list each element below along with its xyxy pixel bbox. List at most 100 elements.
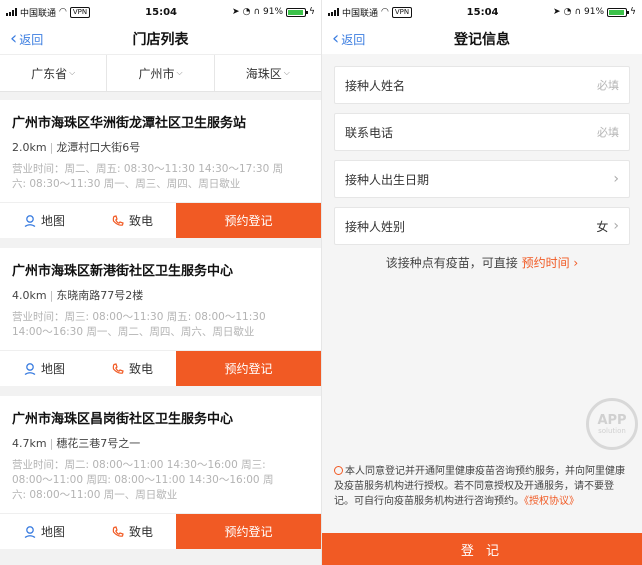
store-actions: 地图 致电 预约登记 xyxy=(0,202,321,238)
status-bar: 中国联通 ◠ VPN 15:04 ➤ ◔ ∩ 91% ϟ xyxy=(322,0,642,24)
store-hours-line: 营业时间：周二: 08:00～11:00 14:30～16:00 周三: xyxy=(12,459,266,471)
battery-percent: 91% xyxy=(584,7,605,17)
province-filter[interactable]: 广东省 ⌵ xyxy=(0,55,108,91)
map-button-label: 地图 xyxy=(40,362,65,376)
call-button-label: 致电 xyxy=(128,214,153,228)
store-distance: 2.0km xyxy=(12,141,47,154)
gender-value: 女 xyxy=(596,219,609,234)
map-button-label: 地图 xyxy=(40,214,65,228)
location-icon: ➤ xyxy=(553,7,561,17)
headphones-icon: ∩ xyxy=(574,7,582,17)
district-filter-label: 海珠区 xyxy=(245,66,282,81)
store-distance: 4.0km xyxy=(12,289,47,302)
call-button[interactable]: 致电 xyxy=(88,351,176,386)
location-icon: ➤ xyxy=(232,7,240,17)
field-label: 联系电话 xyxy=(345,125,394,140)
store-hours-line: 六: 08:30～11:30 周一、周三、周四、周日歇业 xyxy=(12,178,241,190)
caret-down-icon: ⌵ xyxy=(176,68,183,77)
store-name: 广州市海珠区昌岗街社区卫生服务中心 xyxy=(12,412,234,427)
store-actions: 地图 致电 预约登记 xyxy=(0,350,321,386)
store-name: 广州市海珠区华洲街龙潭社区卫生服务站 xyxy=(12,116,247,131)
alarm-icon: ◔ xyxy=(242,7,251,17)
book-appointment-button[interactable]: 预约登记 xyxy=(176,514,321,549)
store-card: 广州市海珠区华洲街龙潭社区卫生服务站 2.0km | 龙潭村口大街6号 营业时间：周… xyxy=(0,100,321,238)
store-actions: 地图 致电 预约登记 xyxy=(0,513,321,549)
back-label: 返回 xyxy=(341,32,366,47)
name-field[interactable]: 接种人姓名 必填 xyxy=(334,66,630,104)
call-button[interactable]: 致电 xyxy=(88,514,176,549)
page-title: 门店列表 xyxy=(132,32,189,48)
wifi-icon: ◠ xyxy=(381,7,389,17)
battery-icon xyxy=(286,7,309,17)
store-name: 广州市海珠区新港街社区卫生服务中心 xyxy=(12,264,234,279)
book-appointment-button[interactable]: 预约登记 xyxy=(176,351,321,386)
signal-icon xyxy=(328,8,339,16)
store-distance: 4.7km xyxy=(12,437,47,450)
wifi-icon: ◠ xyxy=(59,7,67,17)
province-filter-label: 广东省 xyxy=(31,66,68,81)
vpn-badge: VPN xyxy=(391,6,413,18)
store-distance-address: 4.7km | 穗花三巷7号之一 xyxy=(12,437,141,450)
map-button[interactable]: 地图 xyxy=(0,203,88,238)
vpn-badge: VPN xyxy=(69,6,91,18)
map-pin-icon xyxy=(24,362,36,375)
navigation-bar: ‹ 返回 登记信息 xyxy=(322,24,642,54)
store-distance-address: 4.0km | 东晓南路77号2楼 xyxy=(12,289,144,302)
store-hours-line: 08:00～11:00 周四: 08:00～11:00 14:30～16:00 … xyxy=(12,474,274,486)
map-button[interactable]: 地图 xyxy=(0,514,88,549)
authorization-agreement-link[interactable]: 《授权协议》 xyxy=(524,496,579,507)
consent-radio[interactable] xyxy=(334,466,343,475)
clock: 15:04 xyxy=(466,6,499,18)
back-chevron-icon: ‹ xyxy=(332,28,340,49)
store-list: 广州市海珠区华洲街龙潭社区卫生服务站 2.0km | 龙潭村口大街6号 营业时间：周… xyxy=(0,92,321,549)
city-filter-label: 广州市 xyxy=(138,66,175,81)
appointment-time-link[interactable]: 预约时间 › xyxy=(522,256,579,270)
page-title: 登记信息 xyxy=(454,32,510,48)
call-button-label: 致电 xyxy=(128,525,153,539)
clock: 15:04 xyxy=(145,6,177,18)
store-list-screen: 中国联通 ◠ VPN 15:04 ➤ ◔ ∩ 91% ϟ ‹ 返回 门店列表 广… xyxy=(0,0,321,565)
call-button[interactable]: 致电 xyxy=(88,203,176,238)
watermark-subtext: solution xyxy=(598,426,626,435)
map-button-label: 地图 xyxy=(40,525,65,539)
alarm-icon: ◔ xyxy=(563,7,572,17)
district-filter[interactable]: 海珠区 ⌵ xyxy=(215,55,321,91)
register-submit-button[interactable]: 登 记 xyxy=(322,533,642,565)
caret-down-icon: ⌵ xyxy=(69,68,76,77)
phone-icon xyxy=(112,214,124,226)
phone-field[interactable]: 联系电话 必填 xyxy=(334,113,630,151)
registration-form: 接种人姓名 必填 联系电话 必填 接种人出生日期 › 接种人姓别 女 › 该接种… xyxy=(322,54,642,271)
gender-field[interactable]: 接种人姓别 女 › xyxy=(334,207,630,245)
required-hint: 必填 xyxy=(597,126,619,139)
required-hint: 必填 xyxy=(597,79,619,92)
back-label: 返回 xyxy=(19,32,44,47)
back-button[interactable]: ‹ 返回 xyxy=(332,24,365,54)
store-hours: 营业时间：周三: 08:00～11:30 周五: 08:00～11:30 14:… xyxy=(12,310,309,340)
city-filter[interactable]: 广州市 ⌵ xyxy=(107,55,215,91)
store-hours: 营业时间：周二、周五: 08:30～11:30 14:30～17:30 周 六:… xyxy=(12,162,309,192)
map-button[interactable]: 地图 xyxy=(0,351,88,386)
field-label: 接种人姓别 xyxy=(345,219,406,234)
store-address: 东晓南路77号2楼 xyxy=(56,289,144,302)
store-hours-line: 营业时间：周二、周五: 08:30～11:30 14:30～17:30 周 xyxy=(12,163,284,175)
back-button[interactable]: ‹ 返回 xyxy=(10,24,43,54)
birthdate-field[interactable]: 接种人出生日期 › xyxy=(334,160,630,198)
vaccine-availability-notice: 该接种点有疫苗，可直接 预约时间 › xyxy=(334,254,630,271)
phone-icon xyxy=(112,525,124,537)
store-address: 龙潭村口大街6号 xyxy=(56,141,141,154)
battery-icon xyxy=(607,7,630,17)
appointment-time-link-label: 预约时间 xyxy=(521,256,570,270)
charging-icon: ϟ xyxy=(309,7,315,17)
agreement-text: 本人同意登记并开通阿里健康疫苗咨询预约服务，并向阿里健康及疫苗服务机构进行授权。… xyxy=(334,466,625,507)
chevron-right-icon: › xyxy=(613,218,619,234)
app-screens: 中国联通 ◠ VPN 15:04 ➤ ◔ ∩ 91% ϟ ‹ 返回 门店列表 广… xyxy=(0,0,642,565)
store-hours: 营业时间：周二: 08:00～11:00 14:30～16:00 周三: 08:… xyxy=(12,458,309,503)
map-pin-icon xyxy=(24,214,36,227)
notice-text: 该接种点有疫苗，可直接 xyxy=(385,256,518,270)
battery-percent: 91% xyxy=(263,7,284,17)
book-appointment-button[interactable]: 预约登记 xyxy=(176,203,321,238)
watermark-logo: APP solution xyxy=(586,398,638,450)
field-label: 接种人出生日期 xyxy=(345,172,430,187)
call-button-label: 致电 xyxy=(128,362,153,376)
navigation-bar: ‹ 返回 门店列表 xyxy=(0,24,321,54)
